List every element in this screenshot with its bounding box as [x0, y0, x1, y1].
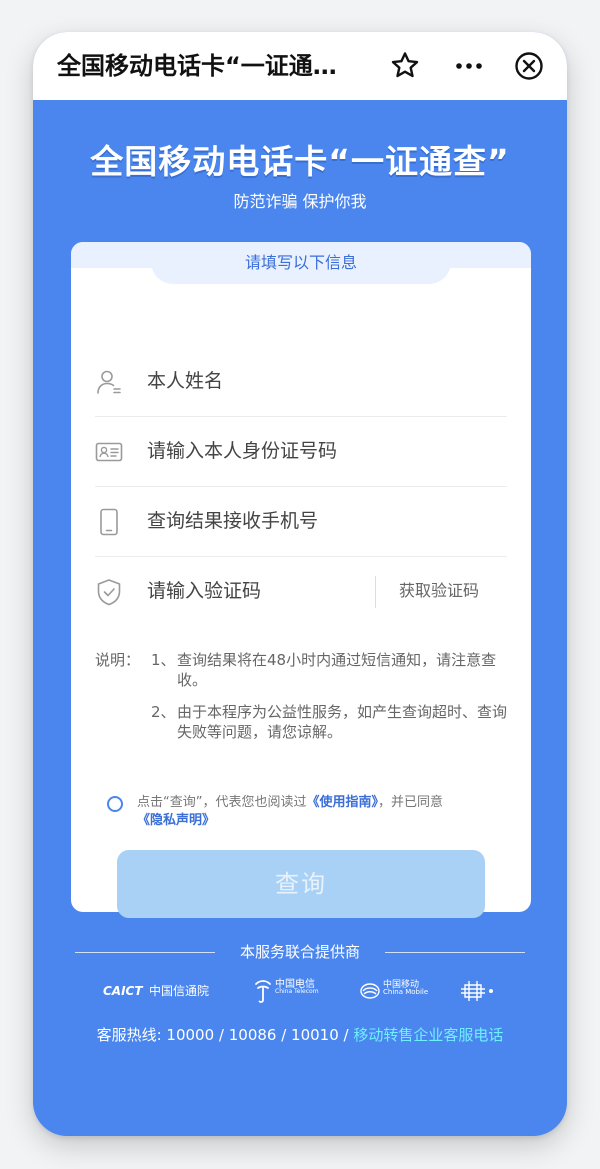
notes-label: 说明： [95, 651, 141, 669]
note-number: 1、 [151, 651, 176, 669]
phone-field[interactable]: 查询结果接收手机号 [95, 486, 507, 557]
privacy-policy-link[interactable]: 《隐私声明》 [137, 813, 215, 828]
page-title: 全国移动电话卡“一证通查” [57, 52, 347, 80]
divider-line [385, 952, 525, 953]
verification-code-input[interactable]: 请输入验证码 [147, 575, 261, 607]
id-number-input[interactable]: 请输入本人身份证号码 [147, 435, 337, 467]
hero-subtitle: 防范诈骗 保护你我 [233, 192, 367, 211]
note-text: 由于本程序为公益性服务，如产生查询超时、查询失败等问题，请您谅解。 [177, 703, 508, 741]
agreement-prefix: 点击“查询”，代表您也阅读过 [137, 795, 307, 810]
hotline-label: 客服热线: 10000 / 10086 / 10010 / [96, 1026, 354, 1044]
phone-frame: 全国移动电话卡“一证通查” 全国移动电话卡“一证通查” 防范诈骗 保护你我 请填… [33, 32, 567, 1136]
mvno-hotline-link[interactable]: 移动转售企业客服电话 [353, 1026, 503, 1044]
query-button[interactable]: 查询 [117, 850, 485, 918]
china-telecom-emblem-icon [255, 980, 271, 1003]
china-unicom-knot-icon [461, 981, 493, 1001]
phone-input[interactable]: 查询结果接收手机号 [147, 505, 318, 537]
china-mobile-en: China Mobile [383, 988, 429, 996]
verification-code-field[interactable]: 请输入验证码 获取验证码 [95, 556, 507, 626]
shield-check-icon [97, 579, 121, 606]
field-divider [375, 576, 376, 608]
close-icon[interactable] [513, 50, 545, 82]
agreement-radio[interactable] [107, 796, 123, 812]
more-icon[interactable] [453, 50, 485, 82]
name-input[interactable]: 本人姓名 [147, 365, 223, 397]
form-heading: 请填写以下信息 [151, 242, 451, 284]
hero-title: 全国移动电话卡“一证通查” [90, 142, 510, 181]
china-mobile-emblem-icon [360, 983, 380, 999]
id-number-field[interactable]: 请输入本人身份证号码 [95, 416, 507, 487]
caict-brand: CAICT [103, 984, 143, 998]
name-field[interactable]: 本人姓名 [95, 346, 507, 417]
note-number: 2、 [151, 703, 176, 721]
caict-name: 中国信通院 [149, 984, 210, 998]
phone-icon [100, 508, 118, 536]
user-icon [97, 370, 121, 394]
browser-titlebar: 全国移动电话卡“一证通查” [33, 32, 567, 100]
hotline-row: 客服热线: 10000 / 10086 / 10010 / 移动转售企业客服电话 [33, 1024, 567, 1046]
star-icon[interactable] [389, 50, 421, 82]
query-form-card: 请填写以下信息 本人姓名 请输入本人身份证号码 查询结果接收手机号 请输入验证码… [71, 242, 531, 918]
usage-guide-link[interactable]: 《使用指南》 [306, 795, 378, 810]
agreement-text: 点击“查询”，代表您也阅读过《使用指南》，并已同意《隐私声明》 [137, 794, 507, 830]
china-telecom-en: China Telecom [275, 988, 319, 995]
id-card-icon [95, 442, 123, 462]
note-text: 查询结果将在48小时内通过短信通知，请注意查收。 [177, 651, 497, 689]
provider-logos: CAICT 中国信通院 中国电信 China Telecom 中国移动 Chin… [33, 976, 567, 1006]
agreement-middle: ，并已同意 [378, 795, 444, 810]
get-code-button[interactable]: 获取验证码 [399, 578, 479, 604]
